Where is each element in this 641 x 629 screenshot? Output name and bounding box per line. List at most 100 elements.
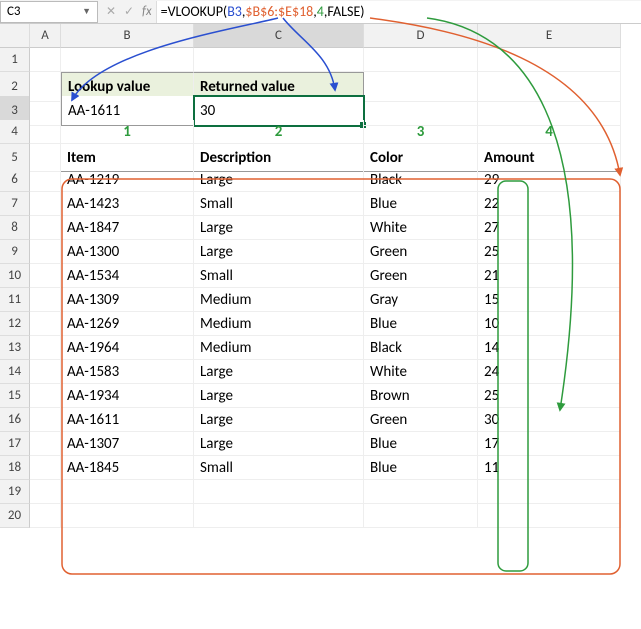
cell-A13[interactable] xyxy=(30,336,61,360)
table-row[interactable]: Green xyxy=(364,240,478,264)
row-header-14[interactable]: 14 xyxy=(0,360,30,384)
cell-D1[interactable] xyxy=(364,48,478,72)
table-row[interactable]: AA-1534 xyxy=(61,264,194,288)
row-header-15[interactable]: 15 xyxy=(0,384,30,408)
table-row[interactable]: Medium xyxy=(194,288,364,312)
table-row[interactable]: White xyxy=(364,360,478,384)
table-row[interactable]: AA-1964 xyxy=(61,336,194,360)
table-row[interactable]: AA-1219 xyxy=(61,168,194,192)
table-row[interactable]: 27 xyxy=(478,216,621,240)
table-row[interactable]: Large xyxy=(194,216,364,240)
table-row[interactable]: AA-1269 xyxy=(61,312,194,336)
cell-E1[interactable] xyxy=(478,48,621,72)
table-row[interactable]: AA-1583 xyxy=(61,360,194,384)
table-row[interactable]: Brown xyxy=(364,384,478,408)
row-header-20[interactable]: 20 xyxy=(0,504,30,528)
cell-A6[interactable] xyxy=(30,168,61,192)
table-row[interactable]: AA-1307 xyxy=(61,432,194,456)
table-row[interactable]: Small xyxy=(194,192,364,216)
table-row[interactable]: 25 xyxy=(478,384,621,408)
table-row[interactable]: Blue xyxy=(364,432,478,456)
cancel-icon[interactable]: ✕ xyxy=(104,4,118,19)
table-row[interactable]: Medium xyxy=(194,312,364,336)
table-row[interactable]: 11 xyxy=(478,456,621,480)
table-row[interactable]: AA-1845 xyxy=(61,456,194,480)
cell-A12[interactable] xyxy=(30,312,61,336)
table-row[interactable]: 25 xyxy=(478,240,621,264)
col-header-D[interactable]: D xyxy=(364,24,478,48)
table-row[interactable]: Large xyxy=(194,408,364,432)
cell-B20[interactable] xyxy=(61,504,194,528)
row-header-13[interactable]: 13 xyxy=(0,336,30,360)
table-row[interactable]: Medium xyxy=(194,336,364,360)
col-header-B[interactable]: B xyxy=(61,24,194,48)
table-row[interactable]: 22 xyxy=(478,192,621,216)
row-header-16[interactable]: 16 xyxy=(0,408,30,432)
table-row[interactable]: Large xyxy=(194,432,364,456)
cell-C1[interactable] xyxy=(194,48,364,72)
enter-icon[interactable]: ✓ xyxy=(122,4,136,19)
cell-B19[interactable] xyxy=(61,480,194,504)
table-row[interactable]: 15 xyxy=(478,288,621,312)
row-header-4[interactable]: 4 xyxy=(0,120,30,144)
cell-A8[interactable] xyxy=(30,216,61,240)
row-header-9[interactable]: 9 xyxy=(0,240,30,264)
cell-E19[interactable] xyxy=(478,480,621,504)
table-row[interactable]: Small xyxy=(194,264,364,288)
table-row[interactable]: AA-1300 xyxy=(61,240,194,264)
table-row[interactable]: 17 xyxy=(478,432,621,456)
table-row[interactable]: AA-1309 xyxy=(61,288,194,312)
table-row[interactable]: 29 xyxy=(478,168,621,192)
table-row[interactable]: Small xyxy=(194,456,364,480)
name-box[interactable]: C3 ▼ xyxy=(0,1,98,23)
table-row[interactable]: Large xyxy=(194,384,364,408)
cell-A10[interactable] xyxy=(30,264,61,288)
cell-B1[interactable] xyxy=(61,48,194,72)
row-header-7[interactable]: 7 xyxy=(0,192,30,216)
table-row[interactable]: 24 xyxy=(478,360,621,384)
cell-A19[interactable] xyxy=(30,480,61,504)
table-row[interactable]: Green xyxy=(364,264,478,288)
cell-A7[interactable] xyxy=(30,192,61,216)
cell-A1[interactable] xyxy=(30,48,61,72)
row-header-6[interactable]: 6 xyxy=(0,168,30,192)
table-row[interactable]: 30 xyxy=(478,408,621,432)
cell-C20[interactable] xyxy=(194,504,364,528)
spreadsheet-grid[interactable]: A B C D E 1 2 Lookup value Returned valu… xyxy=(0,24,641,528)
cell-A16[interactable] xyxy=(30,408,61,432)
cell-A20[interactable] xyxy=(30,504,61,528)
table-row[interactable]: Large xyxy=(194,240,364,264)
table-row[interactable]: AA-1847 xyxy=(61,216,194,240)
table-row[interactable]: Gray xyxy=(364,288,478,312)
row-header-12[interactable]: 12 xyxy=(0,312,30,336)
table-row[interactable]: AA-1611 xyxy=(61,408,194,432)
fx-icon[interactable]: fx xyxy=(142,4,156,19)
row-header-11[interactable]: 11 xyxy=(0,288,30,312)
table-row[interactable]: Large xyxy=(194,168,364,192)
table-row[interactable]: White xyxy=(364,216,478,240)
col-header-E[interactable]: E xyxy=(478,24,621,48)
table-row[interactable]: Black xyxy=(364,168,478,192)
table-row[interactable]: 21 xyxy=(478,264,621,288)
table-row[interactable]: Blue xyxy=(364,312,478,336)
row-header-19[interactable]: 19 xyxy=(0,480,30,504)
cell-C19[interactable] xyxy=(194,480,364,504)
row-header-10[interactable]: 10 xyxy=(0,264,30,288)
row-header-8[interactable]: 8 xyxy=(0,216,30,240)
cell-E20[interactable] xyxy=(478,504,621,528)
table-row[interactable]: AA-1934 xyxy=(61,384,194,408)
table-row[interactable]: 14 xyxy=(478,336,621,360)
row-header-18[interactable]: 18 xyxy=(0,456,30,480)
cell-D19[interactable] xyxy=(364,480,478,504)
table-row[interactable]: AA-1423 xyxy=(61,192,194,216)
cell-A17[interactable] xyxy=(30,432,61,456)
cell-A11[interactable] xyxy=(30,288,61,312)
cell-A18[interactable] xyxy=(30,456,61,480)
table-row[interactable]: Black xyxy=(364,336,478,360)
col-header-C[interactable]: C xyxy=(194,24,364,48)
table-row[interactable]: Blue xyxy=(364,456,478,480)
row-header-1[interactable]: 1 xyxy=(0,48,30,72)
cell-A4[interactable] xyxy=(30,120,61,144)
table-row[interactable]: Large xyxy=(194,360,364,384)
select-all-corner[interactable] xyxy=(0,24,30,48)
